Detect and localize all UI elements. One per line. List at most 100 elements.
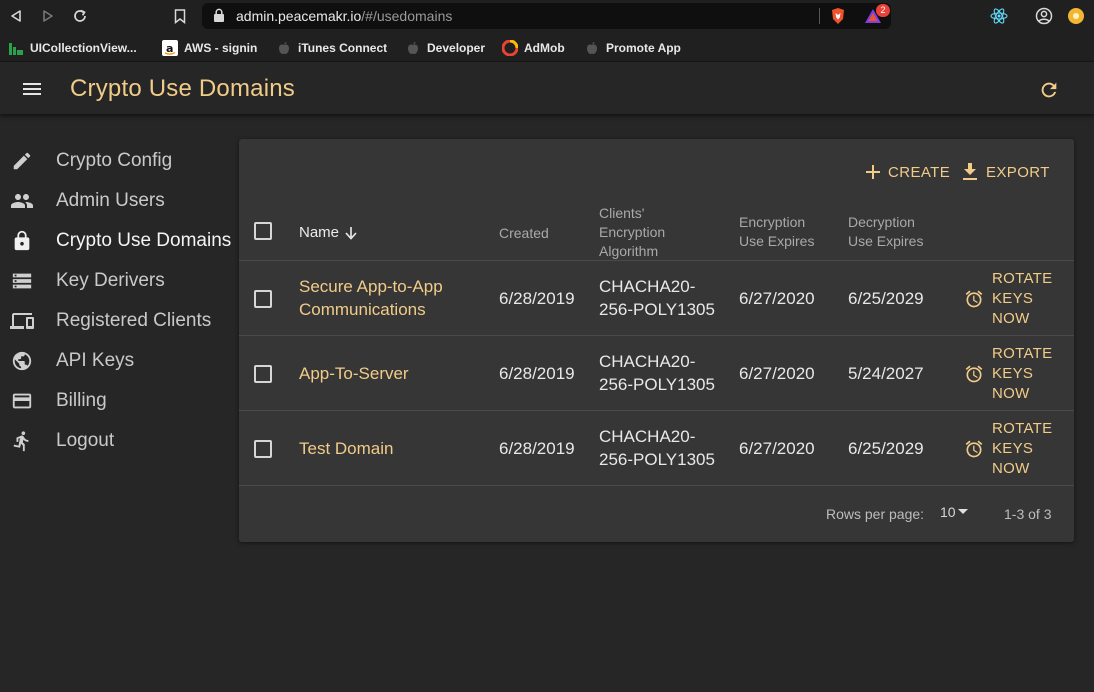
select-all-checkbox[interactable] (254, 222, 272, 240)
encryption-expires-cell: 6/27/2020 (739, 439, 815, 458)
sidebar-item-key-derivers[interactable]: Key Derivers (0, 261, 238, 301)
rotate-line: ROTATE (992, 420, 1053, 437)
bookmarks-bar: UICollectionView... a AWS - signin iTune… (0, 32, 1094, 62)
url-domain: admin.peacemakr.io (236, 8, 362, 24)
row-checkbox[interactable] (254, 365, 272, 383)
browser-toolbar: admin.peacemakr.io/#/usedomains 2 (0, 0, 1094, 32)
header-line: Clients' (599, 205, 645, 221)
column-header-decryption-expires[interactable]: Decryption Use Expires (848, 213, 923, 251)
sidebar-item-registered-clients[interactable]: Registered Clients (0, 301, 238, 341)
rows-per-page-select[interactable]: 10 (940, 504, 968, 520)
decryption-expires-cell: 6/25/2029 (848, 289, 924, 308)
sidebar-item-crypto-config[interactable]: Crypto Config (0, 141, 238, 181)
admob-icon (502, 40, 518, 56)
row-checkbox[interactable] (254, 440, 272, 458)
header-line: Decryption (848, 214, 915, 230)
rotate-line: NOW (992, 385, 1030, 402)
sidebar-item-api-keys[interactable]: API Keys (0, 341, 238, 381)
caret-down-icon (957, 509, 968, 515)
extension-icon[interactable] (1065, 5, 1087, 27)
domain-name-link[interactable]: Secure App-to-App Communications (299, 275, 443, 321)
decryption-expires-cell: 5/24/2027 (848, 364, 924, 383)
export-label: EXPORT (986, 163, 1050, 181)
sidebar-item-label: Crypto Config (56, 150, 173, 171)
address-divider (819, 8, 820, 24)
column-header-algorithm[interactable]: Clients' Encryption Algorithm (599, 204, 665, 261)
lock-icon (10, 229, 34, 253)
header-line: Use Expires (848, 233, 924, 249)
rotate-line: NOW (992, 460, 1030, 477)
refresh-icon[interactable] (1038, 79, 1060, 101)
bookmark-aws-signin[interactable]: a AWS - signin (162, 39, 257, 57)
alarm-icon (964, 289, 984, 309)
sidebar-item-admin-users[interactable]: Admin Users (0, 181, 238, 221)
sidebar-item-logout[interactable]: Logout (0, 421, 238, 461)
bookmark-promote-app[interactable]: Promote App (584, 39, 681, 57)
brave-shield-icon[interactable] (830, 7, 846, 25)
arrow-down-icon (345, 226, 357, 240)
algorithm-line: 256-POLY1305 (599, 300, 715, 319)
table-row: Test Domain 6/28/2019 CHACHA20- 256-POLY… (239, 410, 1074, 485)
header-line: Use Expires (739, 233, 815, 249)
sidebar-item-label: Registered Clients (56, 310, 212, 331)
apple-icon (276, 40, 292, 56)
rotate-keys-button[interactable]: ROTATE KEYS NOW (964, 344, 1052, 404)
menu-icon[interactable] (20, 77, 44, 101)
back-icon[interactable] (5, 5, 27, 27)
bookmark-itunes-connect[interactable]: iTunes Connect (276, 39, 387, 57)
sidebar-item-label: Crypto Use Domains (56, 230, 232, 251)
bookmark-developer[interactable]: Developer (405, 39, 485, 57)
react-devtools-icon[interactable] (988, 5, 1010, 27)
name-line: Secure App-to-App (299, 277, 443, 296)
create-label: CREATE (888, 163, 951, 181)
apple-icon (584, 40, 600, 56)
use-domains-card: CREATE EXPORT Name Created Clients' Encr… (239, 139, 1074, 542)
bookmark-label: AdMob (524, 41, 565, 55)
storage-icon (10, 269, 34, 293)
domain-name-link[interactable]: Test Domain (299, 437, 393, 460)
column-header-created[interactable]: Created (499, 224, 549, 243)
sidebar-item-crypto-use-domains[interactable]: Crypto Use Domains (0, 221, 238, 261)
rotate-line: ROTATE (992, 270, 1053, 287)
encryption-expires-cell: 6/27/2020 (739, 289, 815, 308)
rotate-line: KEYS (992, 290, 1034, 307)
bookmark-favicon-icon (8, 40, 24, 56)
lock-icon (213, 8, 225, 23)
create-button[interactable]: CREATE (866, 161, 950, 183)
rows-per-page-value: 10 (940, 504, 956, 520)
bookmark-label: AWS - signin (184, 41, 258, 55)
header-line: Algorithm (599, 243, 659, 259)
sidebar-item-label: Logout (56, 430, 115, 451)
sidebar-item-billing[interactable]: Billing (0, 381, 238, 421)
table-row: App-To-Server 6/28/2019 CHACHA20- 256-PO… (239, 335, 1074, 410)
row-checkbox[interactable] (254, 290, 272, 308)
table-row: Secure App-to-App Communications 6/28/20… (239, 260, 1074, 335)
bookmark-admob[interactable]: AdMob (502, 39, 565, 57)
forward-icon[interactable] (37, 5, 59, 27)
created-cell: 6/28/2019 (499, 364, 575, 383)
bookmark-label: UICollectionView... (30, 41, 137, 55)
sidebar-item-label: Billing (56, 390, 107, 411)
header-line: Encryption (599, 224, 666, 240)
rotate-keys-button[interactable]: ROTATE KEYS NOW (964, 419, 1052, 479)
plus-icon (866, 165, 880, 179)
address-bar[interactable]: admin.peacemakr.io/#/usedomains 2 (202, 3, 891, 29)
header-line: Encryption (739, 214, 806, 230)
amazon-icon: a (162, 40, 178, 56)
algorithm-cell: CHACHA20- 256-POLY1305 (599, 350, 715, 396)
bookmark-icon[interactable] (169, 5, 191, 27)
rotate-keys-label: ROTATE KEYS NOW (992, 269, 1052, 329)
algorithm-line: CHACHA20- (599, 277, 696, 296)
rotate-line: KEYS (992, 365, 1034, 382)
domain-name-link[interactable]: App-To-Server (299, 362, 409, 385)
rotate-keys-button[interactable]: ROTATE KEYS NOW (964, 269, 1052, 329)
reload-icon[interactable] (69, 5, 91, 27)
column-header-name[interactable]: Name (299, 223, 357, 242)
url-path: /#/usedomains (361, 8, 453, 24)
globe-icon (10, 349, 34, 373)
column-header-encryption-expires[interactable]: Encryption Use Expires (739, 213, 814, 251)
profile-icon[interactable] (1033, 5, 1055, 27)
bookmark-uicollectionview[interactable]: UICollectionView... (8, 39, 137, 57)
export-button[interactable]: EXPORT (962, 161, 1050, 183)
table-pagination: Rows per page: 10 1-3 of 3 (239, 485, 1074, 542)
